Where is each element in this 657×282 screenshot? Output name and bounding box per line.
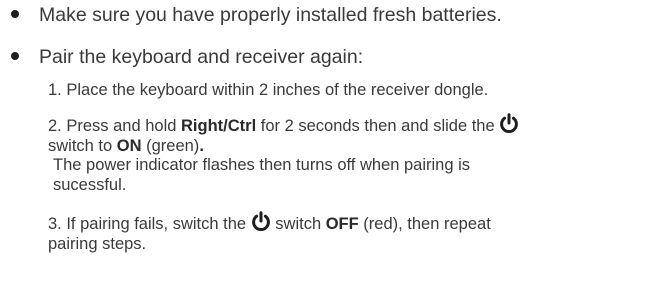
step-2: 2. Press and hold Right/Ctrl for 2 secon…	[48, 113, 648, 156]
step-3: 3. If pairing fails, switch the switch O…	[48, 211, 648, 254]
key-right-ctrl: Right/Ctrl	[181, 117, 257, 135]
step-3-line-1: 3. If pairing fails, switch the switch O…	[48, 211, 648, 234]
power-icon	[499, 113, 519, 134]
bullet-text: Make sure you have properly installed fr…	[39, 4, 502, 26]
bullet-text: Pair the keyboard and receiver again:	[39, 46, 364, 68]
step-1: 1. Place the keyboard within 2 inches of…	[48, 80, 648, 100]
step-2-period: .	[199, 137, 204, 155]
pairing-note: The power indicator flashes then turns o…	[53, 155, 613, 195]
step-3-text-a: 3. If pairing fails, switch the	[48, 215, 251, 233]
step-2-text-c: switch to	[48, 137, 117, 155]
step-2-text-d: (green)	[141, 137, 200, 155]
note-line-2: sucessful.	[53, 176, 127, 194]
step-2-line-2: switch to ON (green).	[48, 136, 648, 156]
state-off: OFF	[325, 215, 359, 233]
step-2-text-a: 2. Press and hold	[48, 117, 181, 135]
step-2-text-b: for 2 seconds then and slide the	[256, 117, 500, 135]
step-3-line-2: pairing steps.	[48, 235, 147, 253]
bullet-dot-icon	[11, 52, 19, 60]
note-line-1: The power indicator flashes then turns o…	[53, 156, 471, 174]
bullet-dot-icon	[11, 10, 19, 18]
step-1-text: 1. Place the keyboard within 2 inches of…	[48, 81, 489, 99]
power-icon	[251, 211, 271, 232]
step-3-text-c: (red), then repeat	[358, 215, 491, 233]
instructions-document: Make sure you have properly installed fr…	[0, 0, 657, 282]
state-on: ON	[116, 137, 142, 155]
step-3-text-b: switch	[270, 215, 326, 233]
step-2-line-1: 2. Press and hold Right/Ctrl for 2 secon…	[48, 113, 648, 136]
